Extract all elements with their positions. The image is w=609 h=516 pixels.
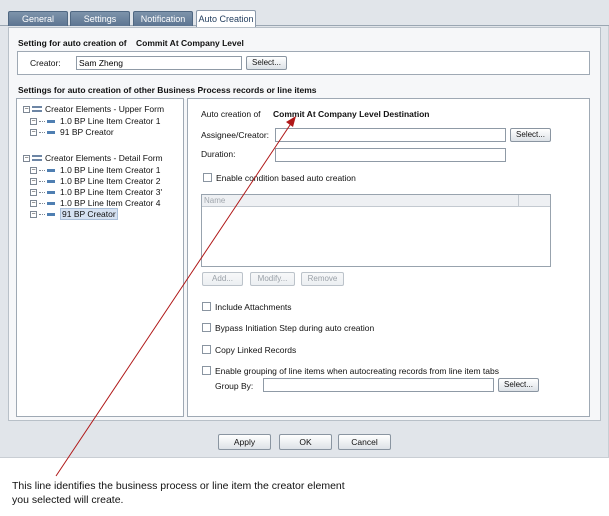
tree-item-selected[interactable]: −91 BP Creator	[30, 208, 118, 220]
other-settings-heading: Settings for auto creation of other Busi…	[18, 85, 317, 95]
line-item-icon	[47, 202, 55, 206]
expand-icon[interactable]: −	[30, 211, 37, 219]
creator-label: Creator:	[30, 58, 61, 68]
expand-icon[interactable]: −	[30, 178, 37, 186]
form-icon	[32, 106, 42, 113]
include-attachments-checkbox[interactable]	[202, 302, 211, 311]
auto-creation-heading: Setting for auto creation of	[18, 38, 127, 48]
cancel-button[interactable]: Cancel	[338, 434, 391, 450]
destination-label: Commit At Company Level Destination	[273, 109, 430, 119]
bypass-initiation-checkbox[interactable]	[202, 323, 211, 332]
creator-elements-tree	[16, 98, 184, 417]
line-item-icon	[47, 169, 55, 173]
tree-detail-form[interactable]: − Creator Elements - Detail Form	[23, 153, 163, 164]
expand-icon[interactable]: −	[30, 118, 37, 126]
apply-button[interactable]: Apply	[218, 434, 271, 450]
copy-linked-label: Copy Linked Records	[215, 345, 297, 355]
copy-linked-checkbox[interactable]	[202, 345, 211, 354]
grid-column-name[interactable]: Name	[202, 195, 519, 206]
annotation-caption: This line identifies the business proces…	[12, 480, 345, 506]
creator-icon	[47, 131, 55, 135]
grid-header: Name	[202, 195, 550, 207]
group-by-field[interactable]	[263, 378, 494, 392]
enable-grouping-checkbox[interactable]	[202, 366, 211, 375]
condition-label: Enable condition based auto creation	[216, 173, 356, 183]
duration-label: Duration:	[201, 149, 236, 159]
tab-notification[interactable]: Notification	[133, 11, 193, 26]
line-item-icon	[47, 191, 55, 195]
tab-bar: General Settings Notification Auto Creat…	[0, 0, 609, 27]
tree-item[interactable]: −1.0 BP Line Item Creator 2	[30, 176, 160, 187]
tab-settings[interactable]: Settings	[70, 11, 130, 26]
auto-creation-level: Commit At Company Level	[136, 38, 244, 48]
ok-button[interactable]: OK	[279, 434, 332, 450]
tree-item[interactable]: −1.0 BP Line Item Creator 1	[30, 165, 160, 176]
include-attachments-label: Include Attachments	[215, 302, 292, 312]
tree-upper-form[interactable]: − Creator Elements - Upper Form	[23, 104, 164, 115]
grid-column-extra[interactable]	[519, 195, 550, 206]
auto-creation-of-label: Auto creation of	[201, 109, 261, 119]
expand-icon[interactable]: −	[30, 200, 37, 208]
condition-grid[interactable]: Name	[201, 194, 551, 267]
tab-general[interactable]: General	[8, 11, 68, 26]
condition-checkbox[interactable]	[203, 173, 212, 182]
line-item-icon	[47, 120, 55, 124]
assignee-select-button[interactable]: Select...	[510, 128, 551, 142]
auto-creation-dialog: General Settings Notification Auto Creat…	[0, 0, 609, 458]
duration-field[interactable]	[275, 148, 506, 162]
bypass-initiation-label: Bypass Initiation Step during auto creat…	[215, 323, 375, 333]
add-button[interactable]: Add...	[202, 272, 243, 286]
creator-field[interactable]: Sam Zheng	[76, 56, 242, 70]
modify-button[interactable]: Modify...	[250, 272, 295, 286]
expand-icon[interactable]: −	[30, 167, 37, 175]
tree-item[interactable]: −1.0 BP Line Item Creator 3'	[30, 187, 162, 198]
tab-auto-creation[interactable]: Auto Creation	[196, 10, 256, 27]
group-by-label: Group By:	[215, 381, 254, 391]
expand-icon[interactable]: −	[30, 189, 37, 197]
assignee-label: Assignee/Creator:	[201, 130, 270, 140]
creator-icon	[47, 213, 55, 217]
form-icon	[32, 155, 42, 162]
creator-select-button[interactable]: Select...	[246, 56, 287, 70]
assignee-field[interactable]	[275, 128, 506, 142]
enable-grouping-label: Enable grouping of line items when autoc…	[215, 366, 499, 376]
tree-item[interactable]: −1.0 BP Line Item Creator 1	[30, 116, 160, 127]
tree-item[interactable]: −91 BP Creator	[30, 127, 114, 138]
collapse-icon[interactable]: −	[23, 106, 30, 114]
expand-icon[interactable]: −	[30, 129, 37, 137]
remove-button[interactable]: Remove	[301, 272, 344, 286]
collapse-icon[interactable]: −	[23, 155, 30, 163]
group-by-select-button[interactable]: Select...	[498, 378, 539, 392]
line-item-icon	[47, 180, 55, 184]
